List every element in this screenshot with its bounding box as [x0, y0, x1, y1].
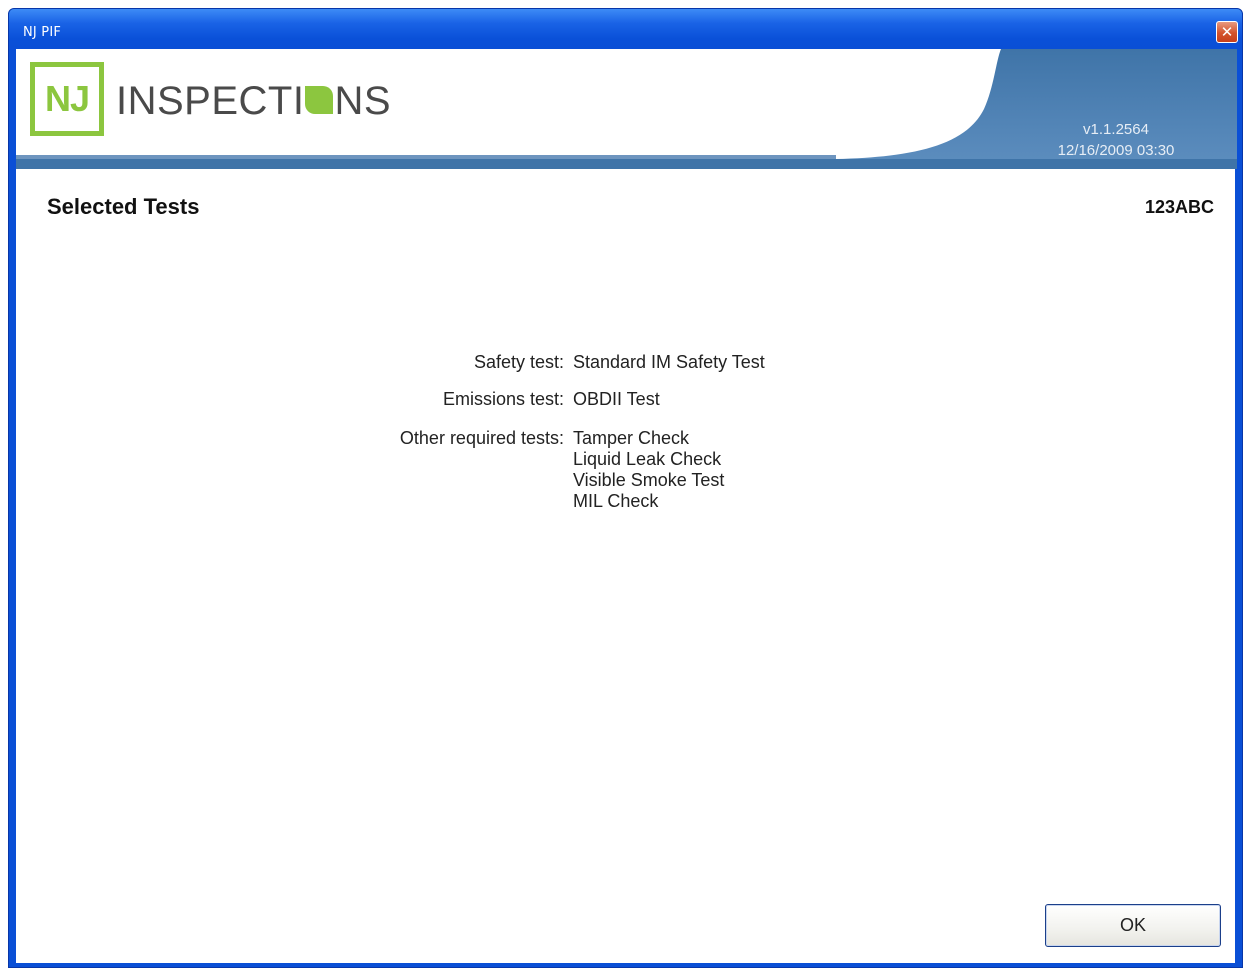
safety-test-value: Standard IM Safety Test	[573, 352, 765, 372]
list-item: Liquid Leak Check	[573, 449, 722, 469]
emissions-test-value: OBDII Test	[573, 389, 660, 409]
page-title: Selected Tests	[47, 194, 200, 219]
version-text: v1.1.2564	[1083, 121, 1149, 138]
datetime-text: 12/16/2009 03:30	[1057, 142, 1175, 159]
logo-word-part1: INSPECTI	[116, 79, 305, 123]
logo-nj-text: NJ	[44, 78, 90, 119]
close-button[interactable]: ✕	[1216, 21, 1238, 43]
emissions-test-label: Emissions test:	[442, 389, 564, 409]
other-tests-label: Other required tests:	[399, 428, 564, 448]
list-item: MIL Check	[573, 491, 659, 511]
logo-wordmark: INSPECTI NS	[116, 79, 391, 124]
logo-nj-box: NJ	[30, 62, 104, 136]
logo-leaf-icon	[305, 86, 334, 114]
logo-word-part2: NS	[334, 79, 392, 123]
list-item: Tamper Check	[573, 428, 690, 448]
ok-button[interactable]: OK	[1045, 904, 1221, 947]
plate-number: 123ABC	[1144, 197, 1214, 217]
list-item: Visible Smoke Test	[573, 470, 725, 490]
close-icon: ✕	[1220, 23, 1234, 41]
window-title: NJ PIF	[23, 25, 62, 40]
header-banner: NJ INSPECTI NS v1.1.2564 12/16/2009 03:30	[16, 49, 1237, 169]
safety-test-label: Safety test:	[473, 352, 564, 372]
other-tests-list: Tamper Check Liquid Leak Check Visible S…	[573, 428, 724, 512]
title-bar[interactable]: NJ PIF ✕	[9, 9, 1242, 49]
app-window: NJ PIF ✕ NJ INSPECTI NS v1.1.2564 12/16/…	[8, 8, 1243, 968]
client-area: NJ INSPECTI NS v1.1.2564 12/16/2009 03:30…	[16, 49, 1237, 963]
